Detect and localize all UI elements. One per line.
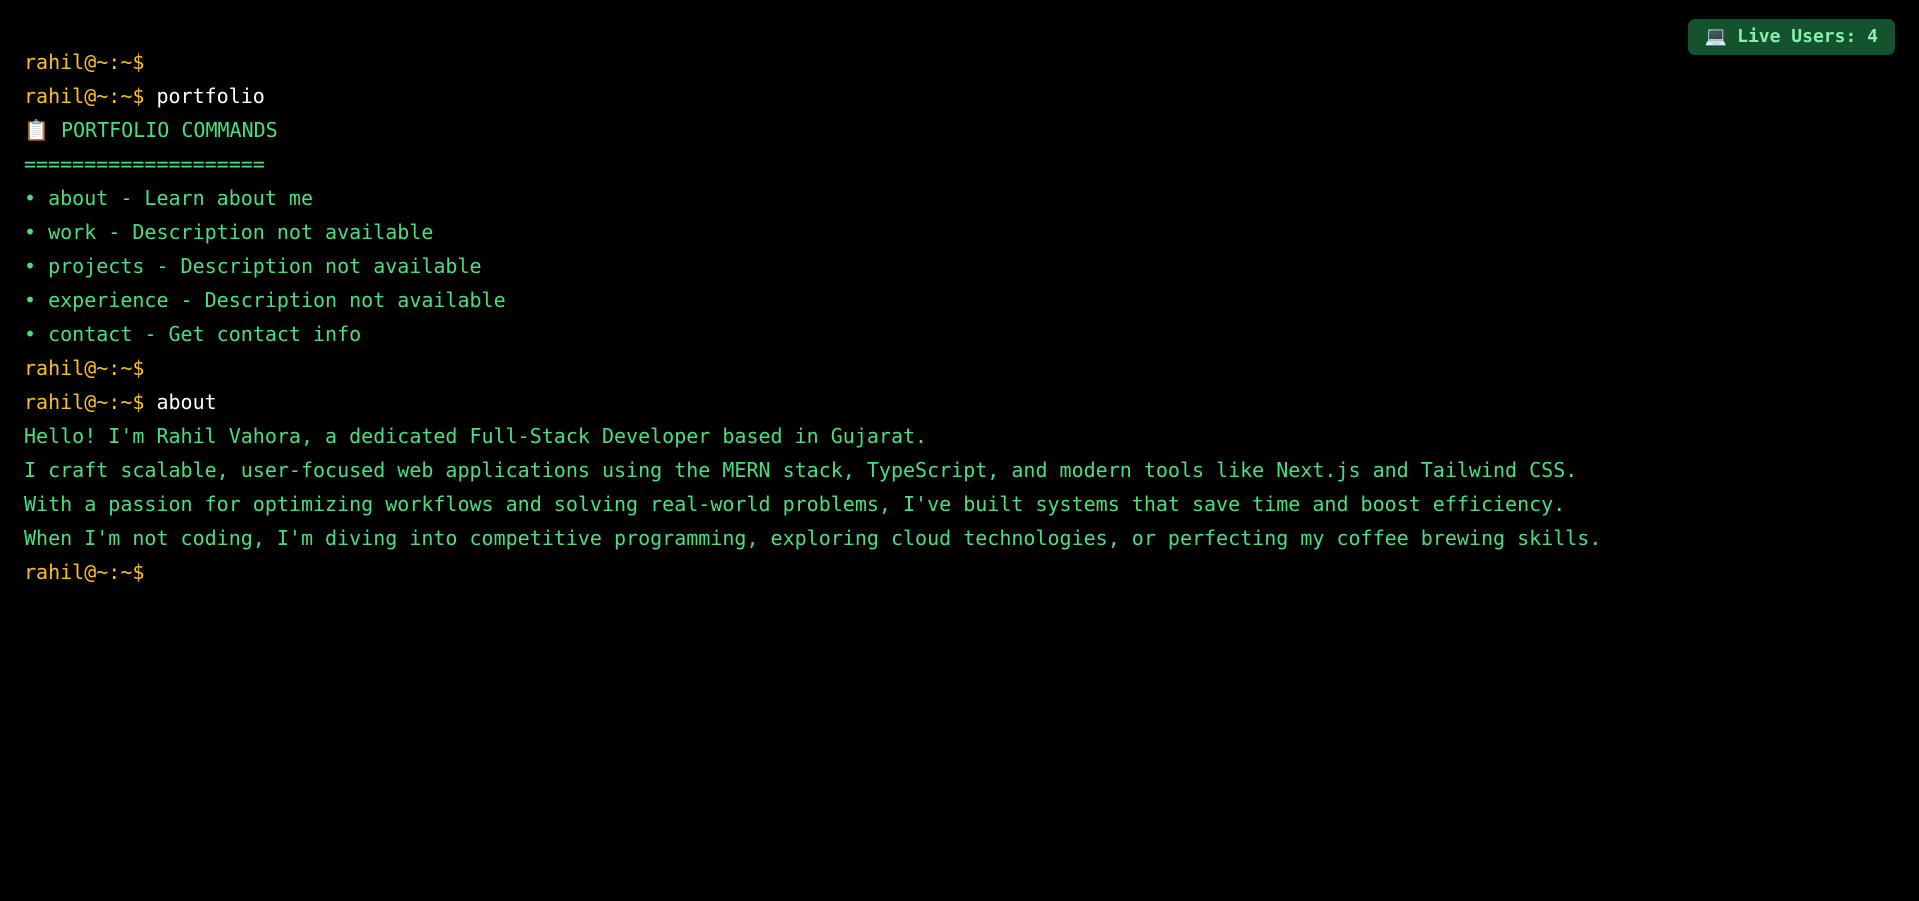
terminal[interactable]: rahil@~:~$ rahil@~:~$ portfolio 📋 PORTFO… bbox=[24, 45, 1895, 589]
command-list-item: • contact - Get contact info bbox=[24, 322, 362, 346]
prompt: rahil@~:~$ bbox=[24, 84, 145, 108]
command-text: about bbox=[156, 390, 217, 414]
about-text-line: Hello! I'm Rahil Vahora, a dedicated Ful… bbox=[24, 424, 928, 448]
prompt: rahil@~:~$ bbox=[24, 50, 145, 74]
terminal-line-prompt-active[interactable]: rahil@~:~$ bbox=[24, 555, 1895, 589]
about-text-line: When I'm not coding, I'm diving into com… bbox=[24, 526, 1602, 550]
prompt: rahil@~:~$ bbox=[24, 390, 145, 414]
terminal-line-output: ==================== bbox=[24, 152, 265, 176]
terminal-line-prompt: rahil@~:~$ bbox=[24, 45, 1895, 79]
command-list-item: • projects - Description not available bbox=[24, 254, 482, 278]
terminal-line-output: 📋 PORTFOLIO COMMANDS bbox=[24, 113, 1895, 147]
terminal-line-prompt: rahil@~:~$ about bbox=[24, 385, 1895, 419]
command-list-item: • about - Learn about me bbox=[24, 186, 313, 210]
command-text: portfolio bbox=[156, 84, 265, 108]
prompt: rahil@~:~$ bbox=[24, 356, 145, 380]
about-text-line: With a passion for optimizing workflows … bbox=[24, 492, 1566, 516]
clipboard-icon: 📋 bbox=[24, 118, 49, 142]
portfolio-commands-title: PORTFOLIO COMMANDS bbox=[60, 118, 278, 142]
command-list-item: • work - Description not available bbox=[24, 220, 434, 244]
command-list-item: • experience - Description not available bbox=[24, 288, 506, 312]
terminal-line-prompt: rahil@~:~$ portfolio bbox=[24, 79, 1895, 113]
terminal-line-prompt: rahil@~:~$ bbox=[24, 351, 1895, 385]
prompt: rahil@~:~$ bbox=[24, 560, 145, 584]
about-text-line: I craft scalable, user-focused web appli… bbox=[24, 458, 1578, 482]
